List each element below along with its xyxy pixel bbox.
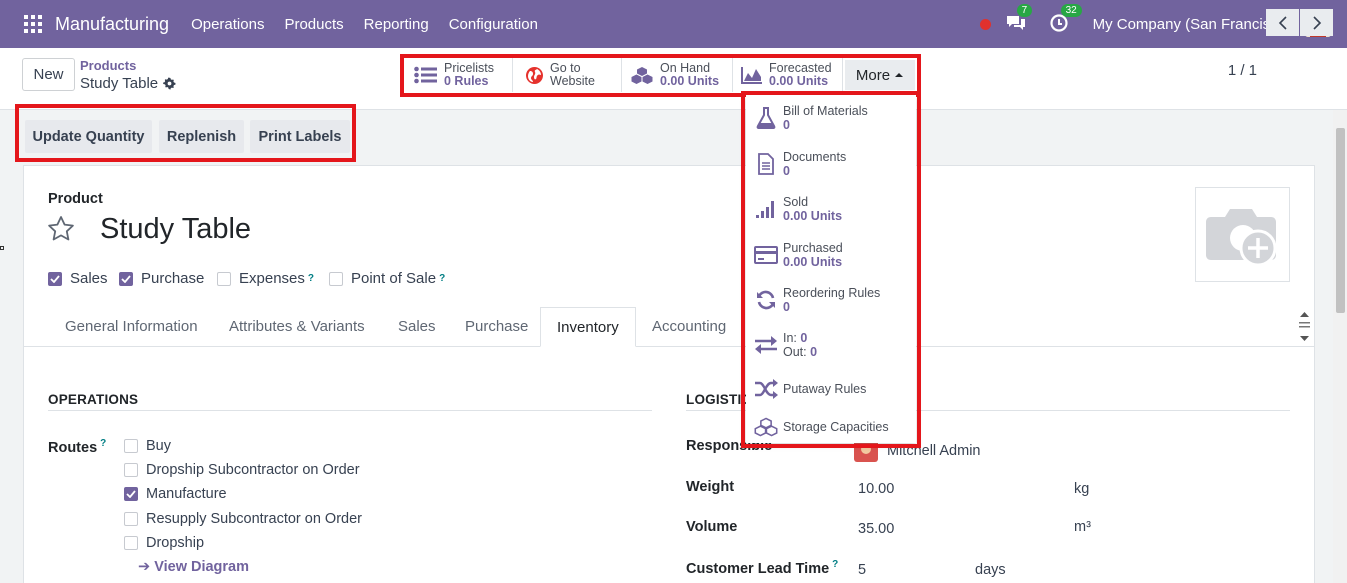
tabs-scroll-arrows[interactable] — [1298, 310, 1311, 343]
apps-grid-icon[interactable] — [24, 15, 42, 33]
app-name[interactable]: Manufacturing — [55, 14, 169, 35]
route-dropship-subcontractor-label: Dropship Subcontractor on Order — [146, 462, 360, 478]
expenses-label: Expenses — [239, 270, 305, 287]
purchase-checkbox[interactable] — [119, 271, 133, 286]
purchase-label: Purchase — [141, 270, 205, 287]
lead-time-help-icon[interactable]: ? — [832, 559, 838, 570]
edge-marker — [0, 246, 4, 250]
route-manufacture-checkbox[interactable] — [124, 487, 138, 501]
main-menu: Operations Products Reporting Configurat… — [181, 16, 548, 33]
weight-input[interactable]: 10.00 — [858, 481, 894, 497]
breadcrumb: Products Study Table — [80, 58, 176, 92]
menu-products[interactable]: Products — [274, 16, 353, 33]
tab-attributes-variants[interactable]: Attributes & Variants — [229, 307, 365, 347]
operations-heading: OPERATIONS — [48, 392, 139, 407]
highlight-action-buttons — [15, 104, 356, 162]
chevron-right-icon — [1312, 15, 1321, 30]
company-switcher[interactable]: My Company (San Francisco) — [1093, 16, 1291, 33]
expenses-checkbox-row[interactable]: Expenses? — [217, 270, 314, 287]
gear-icon[interactable] — [163, 77, 176, 90]
new-button[interactable]: New — [22, 58, 75, 91]
view-diagram-label: View Diagram — [154, 559, 250, 575]
product-name[interactable]: Study Table — [100, 213, 251, 246]
tab-sales[interactable]: Sales — [398, 307, 436, 347]
chat-badge: 7 — [1016, 4, 1033, 17]
route-dropship-subcontractor[interactable]: Dropship Subcontractor on Order — [124, 462, 360, 478]
sales-label: Sales — [70, 270, 108, 287]
route-dropship[interactable]: Dropship — [124, 535, 204, 551]
route-manufacture[interactable]: Manufacture — [124, 486, 227, 502]
menu-configuration[interactable]: Configuration — [439, 16, 548, 33]
sales-checkbox-row[interactable]: Sales — [48, 270, 108, 287]
pager-next-button[interactable] — [1300, 9, 1333, 36]
route-buy-checkbox[interactable] — [124, 439, 138, 453]
tab-inventory[interactable]: Inventory — [540, 307, 636, 347]
route-buy[interactable]: Buy — [124, 438, 171, 454]
routes-help-icon[interactable]: ? — [100, 438, 106, 449]
operations-divider — [48, 410, 652, 411]
route-buy-label: Buy — [146, 438, 171, 454]
routes-label-text: Routes — [48, 439, 98, 456]
volume-unit: m³ — [1074, 519, 1091, 535]
notebook-tabs: General Information Attributes & Variant… — [23, 307, 1315, 347]
lead-time-input[interactable]: 5 — [858, 562, 866, 578]
breadcrumb-products[interactable]: Products — [80, 58, 176, 73]
volume-label: Volume — [686, 519, 738, 535]
arrow-right-icon: ➔ — [138, 559, 155, 575]
breadcrumb-current: Study Table — [80, 75, 176, 92]
lead-time-label: Customer Lead Time? — [686, 559, 838, 577]
breadcrumb-current-label: Study Table — [80, 75, 159, 92]
page-scrollbar-thumb[interactable] — [1336, 128, 1345, 313]
activity-badge: 32 — [1060, 4, 1082, 17]
expenses-checkbox[interactable] — [217, 271, 231, 286]
tab-accounting[interactable]: Accounting — [652, 307, 726, 347]
route-dropship-subcontractor-checkbox[interactable] — [124, 463, 138, 477]
menu-operations[interactable]: Operations — [181, 16, 274, 33]
chat-icon[interactable]: 7 — [1005, 4, 1033, 35]
purchase-checkbox-row[interactable]: Purchase — [119, 270, 204, 287]
highlight-more-menu — [741, 91, 921, 448]
routes-label: Routes? — [48, 438, 106, 456]
route-dropship-checkbox[interactable] — [124, 536, 138, 550]
expenses-help-icon[interactable]: ? — [308, 273, 314, 284]
weight-unit: kg — [1074, 481, 1090, 497]
view-diagram-link[interactable]: ➔ View Diagram — [138, 559, 249, 575]
pager-value[interactable]: 1 / 1 — [1228, 62, 1257, 79]
pos-checkbox-row[interactable]: Point of Sale? — [329, 270, 445, 287]
chevron-left-icon — [1278, 15, 1287, 30]
route-resupply-subcontractor-label: Resupply Subcontractor on Order — [146, 511, 362, 527]
recording-dot-icon[interactable] — [979, 18, 991, 30]
product-label: Product — [48, 191, 103, 207]
sales-checkbox[interactable] — [48, 271, 62, 286]
activity-clock-icon[interactable]: 32 — [1049, 4, 1082, 35]
route-resupply-subcontractor[interactable]: Resupply Subcontractor on Order — [124, 511, 362, 527]
pos-checkbox[interactable] — [329, 271, 343, 286]
lead-time-unit: days — [975, 562, 1006, 578]
route-resupply-subcontractor-checkbox[interactable] — [124, 512, 138, 526]
tab-general-information[interactable]: General Information — [65, 307, 198, 347]
volume-input[interactable]: 35.00 — [858, 521, 894, 537]
menu-reporting[interactable]: Reporting — [354, 16, 439, 33]
route-manufacture-label: Manufacture — [146, 486, 227, 502]
pos-help-icon[interactable]: ? — [439, 273, 445, 284]
pager-previous-button[interactable] — [1266, 9, 1299, 36]
tab-purchase[interactable]: Purchase — [465, 307, 528, 347]
weight-label: Weight — [686, 479, 735, 495]
top-navbar: Manufacturing Operations Products Report… — [0, 0, 1347, 48]
route-dropship-label: Dropship — [146, 535, 205, 551]
lead-time-label-text: Customer Lead Time — [686, 560, 830, 577]
pos-label: Point of Sale — [351, 270, 437, 287]
product-image-placeholder[interactable] — [1195, 187, 1290, 282]
camera-plus-icon — [1205, 208, 1276, 266]
favorite-star-icon[interactable] — [47, 215, 75, 245]
